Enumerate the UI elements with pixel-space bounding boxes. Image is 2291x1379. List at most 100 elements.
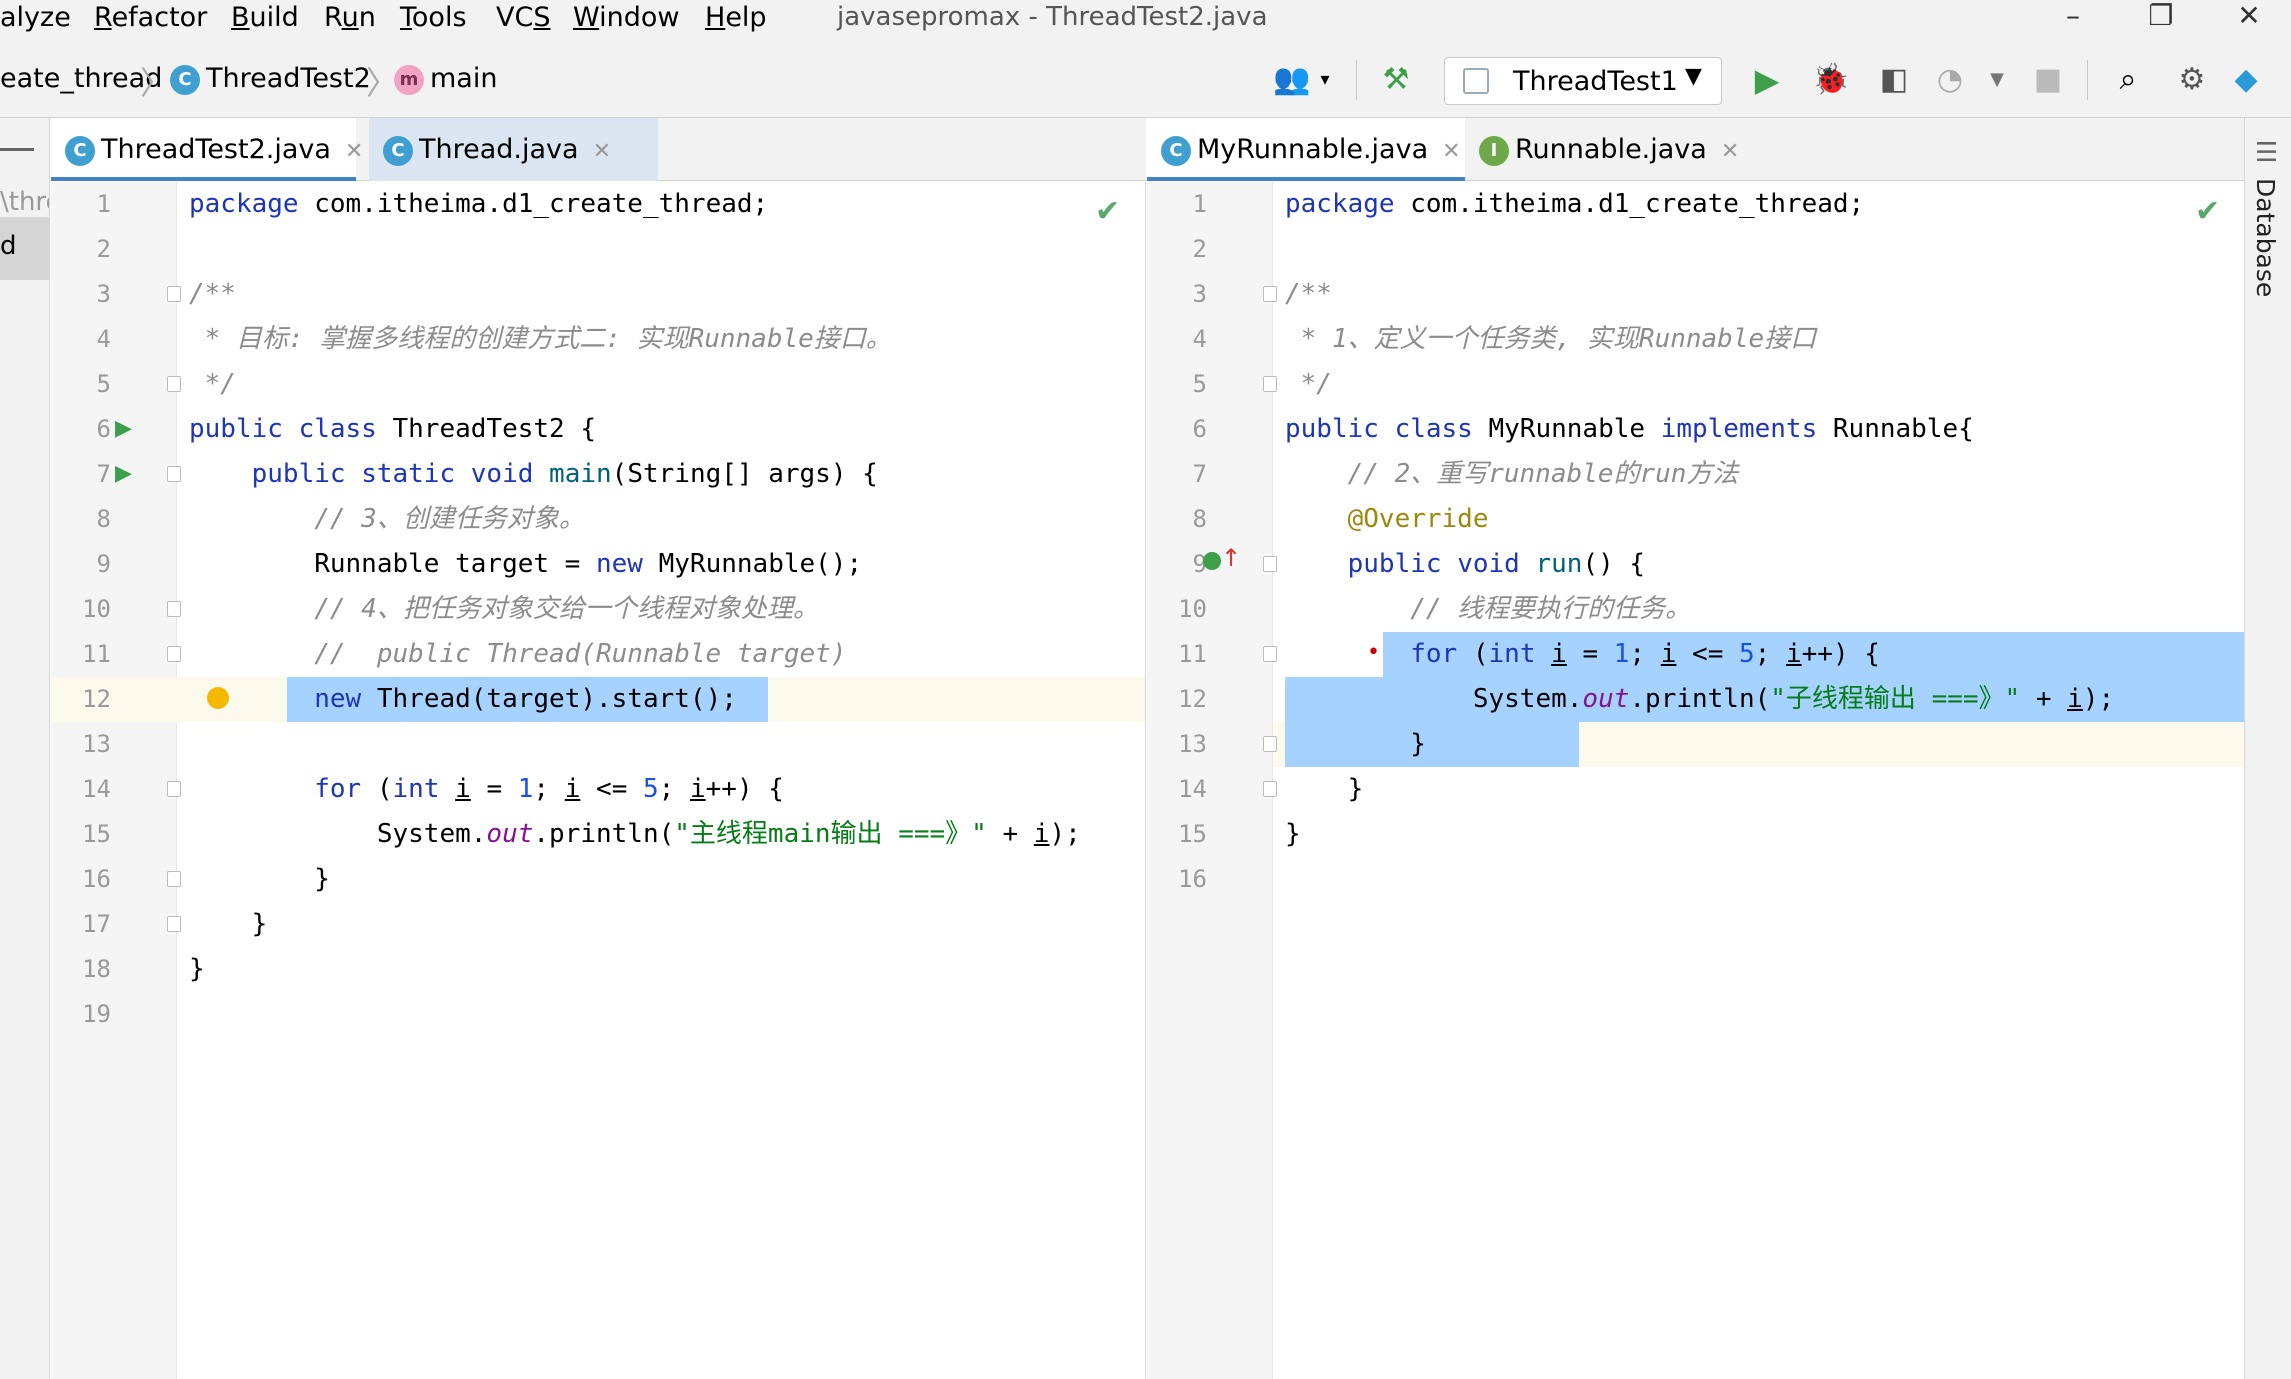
code-line: System.out.println("子线程输出 ===》" + i); xyxy=(1285,684,2115,714)
right-tool-strip: ☰ Database xyxy=(2244,118,2291,1379)
fold-icon[interactable] xyxy=(1263,376,1277,392)
code-line: @Override xyxy=(1285,504,1489,534)
run-config-label: ThreadTest1 xyxy=(1513,66,1678,97)
right-tab-bar: C MyRunnable.java ✕ I Runnable.java ✕ xyxy=(1147,118,2244,181)
toolbox-icon[interactable]: ◆ xyxy=(2226,60,2266,100)
class-icon: C xyxy=(1161,135,1191,166)
hide-icon[interactable] xyxy=(0,148,34,151)
code-line: * 目标: 掌握多线程的创建方式二: 实现Runnable接口。 xyxy=(189,324,892,354)
search-icon[interactable]: ⌕ xyxy=(2108,60,2148,100)
tab-thread[interactable]: C Thread.java ✕ xyxy=(369,118,658,181)
minimize-icon[interactable]: – xyxy=(2053,0,2093,36)
code-line: public class ThreadTest2 { xyxy=(189,414,596,444)
build-hammer-icon[interactable]: ⚒ xyxy=(1376,60,1416,100)
stop-icon[interactable]: ■ xyxy=(2028,60,2068,100)
fold-icon[interactable] xyxy=(167,916,181,932)
code-line: package com.itheima.d1_create_thread; xyxy=(1285,189,1865,219)
database-icon[interactable]: ☰ xyxy=(2255,138,2278,168)
config-icon xyxy=(1463,68,1489,94)
breadcrumb-method[interactable]: m main xyxy=(394,63,497,95)
override-arrow-icon[interactable]: ↑ xyxy=(1221,544,1241,572)
code-line: /** xyxy=(189,279,236,309)
code-line: */ xyxy=(189,369,236,399)
chevron-down-icon[interactable]: ▼ xyxy=(1977,60,2017,100)
close-window-icon[interactable]: ✕ xyxy=(2229,0,2269,36)
database-tool-button[interactable]: Database xyxy=(2251,178,2280,297)
code-line: public static void main(String[] args) { xyxy=(251,459,878,489)
project-tree-fragment: \thre xyxy=(0,187,49,217)
close-tab-icon[interactable]: ✕ xyxy=(593,139,611,164)
project-tree-fragment: d xyxy=(0,231,17,261)
close-tab-icon[interactable]: ✕ xyxy=(345,139,363,164)
project-panel-collapsed: \thre d xyxy=(0,118,50,1379)
menu-window[interactable]: Window xyxy=(573,2,679,33)
menu-refactor[interactable]: Refactor xyxy=(94,2,207,33)
run-icon[interactable]: ▶ xyxy=(1747,60,1787,100)
menu-analyze[interactable]: alyze xyxy=(0,2,71,33)
code-line: } xyxy=(189,909,268,939)
breadcrumb-class[interactable]: C ThreadTest2 xyxy=(170,63,371,95)
interface-icon: I xyxy=(1479,135,1509,166)
code-line: } xyxy=(189,864,330,894)
gear-icon[interactable]: ⚙ xyxy=(2172,60,2212,100)
restore-icon[interactable]: ❐ xyxy=(2141,0,2181,36)
menu-help[interactable]: Help xyxy=(705,2,767,33)
method-icon: m xyxy=(394,64,424,95)
class-icon: C xyxy=(65,135,95,166)
code-line: } xyxy=(189,954,205,984)
close-tab-icon[interactable]: ✕ xyxy=(1721,139,1739,164)
run-gutter-icon[interactable]: ▶ xyxy=(115,461,132,486)
code-line: /** xyxy=(1285,279,1332,309)
menu-run[interactable]: Run xyxy=(324,2,376,33)
close-tab-icon[interactable]: ✕ xyxy=(1442,139,1460,164)
fold-icon[interactable] xyxy=(1263,736,1277,752)
coverage-icon[interactable]: ◧ xyxy=(1874,60,1914,100)
menu-build[interactable]: Build xyxy=(231,2,299,33)
code-line: System.out.println("主线程main输出 ===》" + i)… xyxy=(189,819,1081,849)
class-icon: C xyxy=(383,135,413,166)
implements-method-icon[interactable] xyxy=(1203,552,1221,570)
fold-icon[interactable] xyxy=(1263,286,1277,302)
fold-icon[interactable] xyxy=(1263,646,1277,662)
fold-icon[interactable] xyxy=(1263,556,1277,572)
breadcrumb-package[interactable]: eate_thread xyxy=(0,63,162,94)
fold-icon[interactable] xyxy=(167,466,181,482)
run-gutter-icon[interactable]: ▶ xyxy=(115,416,132,441)
tab-myrunnable[interactable]: C MyRunnable.java ✕ xyxy=(1147,118,1465,181)
code-line: } xyxy=(1285,729,1426,759)
window-title: javasepromax - ThreadTest2.java xyxy=(837,2,1268,32)
code-line: */ xyxy=(1285,369,1332,399)
menu-vcs[interactable]: VCS xyxy=(496,2,550,33)
navigation-bar: eate_thread 〉 C ThreadTest2 〉 m main 👥 ▾ ⚒… xyxy=(0,40,2291,118)
menu-tools[interactable]: Tools xyxy=(400,2,467,33)
class-icon: C xyxy=(170,64,200,95)
left-tab-bar: C ThreadTest2.java ✕ C Thread.java ✕ xyxy=(51,118,1146,181)
tab-threadtest2[interactable]: C ThreadTest2.java ✕ xyxy=(51,118,363,181)
code-line: public void run() { xyxy=(1347,549,1646,579)
fold-icon[interactable] xyxy=(167,286,181,302)
fold-icon[interactable] xyxy=(1263,781,1277,797)
fold-icon[interactable] xyxy=(167,646,181,662)
chevron-down-icon: ▼ xyxy=(1685,64,1702,89)
fold-icon[interactable] xyxy=(167,376,181,392)
fold-icon[interactable] xyxy=(167,601,181,617)
right-code-editor[interactable]: ✔ 1 package com.itheima.d1_create_thread;… xyxy=(1147,182,2244,1379)
code-line: new Thread(target).start(); xyxy=(314,684,737,714)
breadcrumb-separator: 〉 xyxy=(140,64,173,102)
fold-icon[interactable] xyxy=(167,781,181,797)
code-line: } xyxy=(1285,819,1301,849)
menu-bar: alyze Refactor Build Run Tools VCS Windo… xyxy=(0,0,2291,40)
code-line: package com.itheima.d1_create_thread; xyxy=(189,189,769,219)
code-line: // 2、重写runnable的run方法 xyxy=(1285,459,1739,489)
tab-runnable[interactable]: I Runnable.java ✕ xyxy=(1465,118,1739,181)
code-line: * 1、定义一个任务类, 实现Runnable接口 xyxy=(1285,324,1817,354)
run-configuration-select[interactable]: ThreadTest1 ▼ xyxy=(1444,57,1722,105)
left-code-editor[interactable]: ✔ 1 package com.itheima.d1_create_thread;… xyxy=(51,182,1146,1379)
code-line: // 3、创建任务对象。 xyxy=(189,504,585,534)
code-line: // 4、把任务对象交给一个线程对象处理。 xyxy=(189,594,819,624)
profile-icon[interactable]: ◔ xyxy=(1930,60,1970,100)
code-line: // 线程要执行的任务。 xyxy=(1285,594,1692,624)
debug-icon[interactable]: 🐞 xyxy=(1811,60,1851,100)
fold-icon[interactable] xyxy=(167,871,181,887)
chevron-down-icon[interactable]: ▾ xyxy=(1305,60,1345,100)
